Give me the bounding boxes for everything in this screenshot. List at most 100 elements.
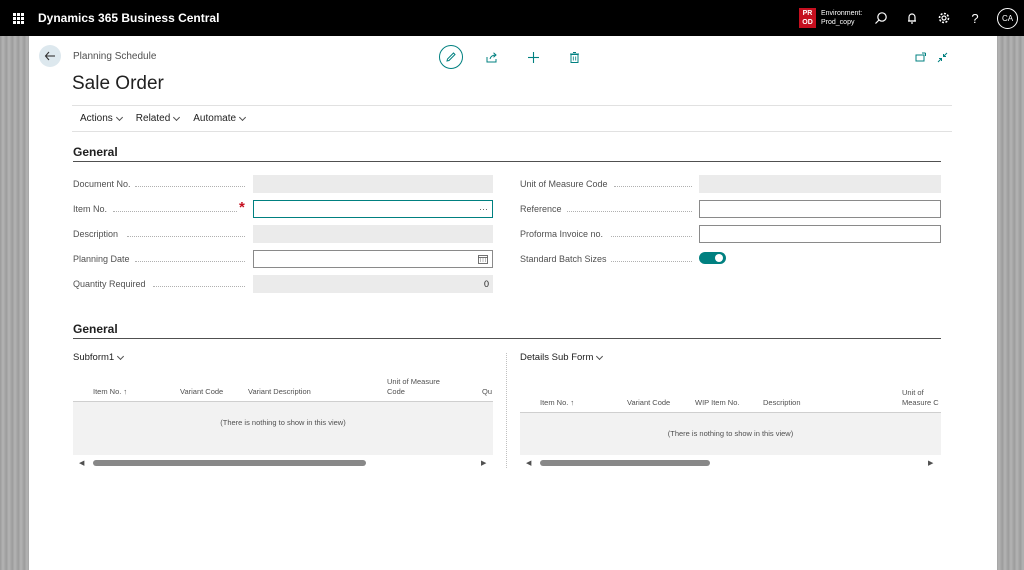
app-title: Dynamics 365 Business Central bbox=[38, 11, 220, 25]
description-label: Description bbox=[73, 229, 119, 239]
notification-bell-icon[interactable] bbox=[903, 9, 921, 27]
scroll-left-icon[interactable]: ◀ bbox=[526, 459, 531, 467]
page-content: Planning Schedule Sale Order Actions Rel… bbox=[29, 36, 997, 570]
column-header-unit-of-measure-code[interactable]: Unit of Measure Code bbox=[387, 377, 447, 397]
actions-menu[interactable]: Actions bbox=[80, 113, 123, 124]
quantity-required-field: 0 bbox=[253, 275, 493, 293]
column-header-description[interactable]: Description bbox=[763, 398, 801, 408]
proforma-invoice-no-input[interactable] bbox=[699, 225, 941, 243]
scrollbar-thumb[interactable] bbox=[540, 460, 710, 466]
label-leader bbox=[614, 186, 692, 187]
required-indicator: * bbox=[239, 199, 245, 216]
new-button[interactable] bbox=[524, 48, 542, 66]
section-divider bbox=[73, 338, 941, 339]
edit-button[interactable] bbox=[439, 45, 463, 69]
search-icon[interactable] bbox=[872, 9, 890, 27]
column-header-item-no[interactable]: Item No. ↑ bbox=[540, 398, 574, 408]
details-subform-title[interactable]: Details Sub Form bbox=[520, 352, 604, 363]
label-leader bbox=[135, 186, 245, 187]
details-subform-title-label: Details Sub Form bbox=[520, 352, 594, 363]
standard-batch-sizes-label: Standard Batch Sizes bbox=[520, 254, 607, 264]
help-icon[interactable]: ? bbox=[966, 9, 984, 27]
subform1-title-label: Subform1 bbox=[73, 352, 115, 363]
chevron-down-icon bbox=[117, 352, 125, 360]
user-avatar[interactable]: CA bbox=[997, 8, 1018, 29]
related-menu[interactable]: Related bbox=[135, 113, 181, 124]
open-new-window-icon bbox=[915, 52, 926, 61]
open-new-window-button[interactable] bbox=[911, 48, 929, 66]
subform1-horizontal-scrollbar[interactable]: ◀ ▶ bbox=[73, 457, 493, 467]
reference-input[interactable] bbox=[699, 200, 941, 218]
collapse-button[interactable] bbox=[933, 48, 951, 66]
subform1-grid: Item No. ↑ Variant Code Variant Descript… bbox=[73, 365, 493, 455]
column-header-quantity[interactable]: Qu bbox=[482, 387, 492, 397]
column-header-variant-description[interactable]: Variant Description bbox=[248, 387, 311, 397]
delete-button[interactable] bbox=[565, 48, 583, 66]
unit-of-measure-code-label: Unit of Measure Code bbox=[520, 179, 608, 189]
collapse-arrows-icon bbox=[937, 52, 947, 62]
action-bar: Actions Related Automate bbox=[72, 105, 952, 132]
trash-icon bbox=[569, 51, 579, 63]
column-header-variant-code[interactable]: Variant Code bbox=[627, 398, 670, 408]
label-leader bbox=[127, 236, 245, 237]
description-field bbox=[253, 225, 493, 243]
column-header-item-no[interactable]: Item No. ↑ bbox=[93, 387, 127, 397]
breadcrumb[interactable]: Planning Schedule bbox=[73, 51, 156, 62]
app-launcher-button[interactable] bbox=[0, 0, 36, 36]
unit-of-measure-code-field bbox=[699, 175, 941, 193]
section-divider bbox=[73, 161, 941, 162]
label-leader bbox=[153, 286, 245, 287]
scroll-right-icon[interactable]: ▶ bbox=[481, 459, 486, 467]
arrow-left-icon bbox=[44, 51, 55, 61]
chevron-down-icon bbox=[115, 113, 123, 121]
automate-menu[interactable]: Automate bbox=[193, 113, 247, 124]
label-leader bbox=[135, 261, 245, 262]
label-leader bbox=[611, 236, 692, 237]
settings-gear-icon[interactable] bbox=[935, 9, 953, 27]
subform-separator bbox=[506, 353, 507, 468]
details-subform-empty-message: (There is nothing to show in this view) bbox=[667, 429, 794, 438]
planning-date-input[interactable] bbox=[253, 250, 493, 268]
app-window: Dynamics 365 Business Central PR OD Envir… bbox=[0, 0, 1024, 570]
item-no-input[interactable]: ··· bbox=[253, 200, 493, 218]
document-no-label: Document No. bbox=[73, 179, 131, 189]
standard-batch-sizes-toggle[interactable] bbox=[699, 252, 726, 264]
subform1-empty-message: (There is nothing to show in this view) bbox=[220, 418, 346, 427]
item-no-label: Item No. bbox=[73, 204, 108, 214]
label-leader bbox=[567, 211, 692, 212]
waffle-icon bbox=[12, 12, 24, 24]
planning-date-label: Planning Date bbox=[73, 254, 130, 264]
top-bar: Dynamics 365 Business Central bbox=[0, 0, 1024, 36]
subform1-title[interactable]: Subform1 bbox=[73, 352, 125, 363]
details-subform-grid: Item No. ↑ Variant Code WIP Item No. Des… bbox=[520, 365, 941, 455]
pencil-icon bbox=[446, 52, 456, 62]
share-icon bbox=[486, 51, 497, 62]
general-subforms-heading[interactable]: General bbox=[73, 322, 118, 336]
general-section-heading[interactable]: General bbox=[73, 145, 118, 159]
quantity-required-label: Quantity Required bbox=[73, 279, 146, 289]
label-leader bbox=[113, 211, 237, 212]
environment-label: Environment: bbox=[821, 10, 863, 17]
share-button[interactable] bbox=[482, 48, 500, 66]
lookup-ellipsis-icon[interactable]: ··· bbox=[479, 204, 488, 214]
scroll-left-icon[interactable]: ◀ bbox=[79, 459, 84, 467]
column-header-unit-of-measure-code[interactable]: Unit of Measure C bbox=[902, 388, 940, 408]
column-header-variant-code[interactable]: Variant Code bbox=[180, 387, 223, 397]
related-menu-label: Related bbox=[135, 113, 171, 124]
details-subform-horizontal-scrollbar[interactable]: ◀ ▶ bbox=[520, 457, 941, 467]
back-button[interactable] bbox=[39, 45, 61, 67]
subform1-grid-header: Item No. ↑ Variant Code Variant Descript… bbox=[73, 365, 493, 402]
actions-menu-label: Actions bbox=[80, 113, 113, 124]
scrollbar-thumb[interactable] bbox=[93, 460, 366, 466]
chevron-down-icon bbox=[239, 113, 247, 121]
column-header-wip-item-no[interactable]: WIP Item No. bbox=[695, 398, 739, 408]
chevron-down-icon bbox=[173, 113, 181, 121]
plus-icon bbox=[527, 51, 539, 63]
label-leader bbox=[611, 261, 692, 262]
automate-menu-label: Automate bbox=[193, 113, 237, 124]
environment-indicator[interactable]: PR OD Environment: Prod_copy bbox=[799, 8, 862, 28]
calendar-icon[interactable] bbox=[478, 254, 488, 264]
document-no-field bbox=[253, 175, 493, 193]
details-subform-grid-header: Item No. ↑ Variant Code WIP Item No. Des… bbox=[520, 365, 941, 413]
scroll-right-icon[interactable]: ▶ bbox=[928, 459, 933, 467]
